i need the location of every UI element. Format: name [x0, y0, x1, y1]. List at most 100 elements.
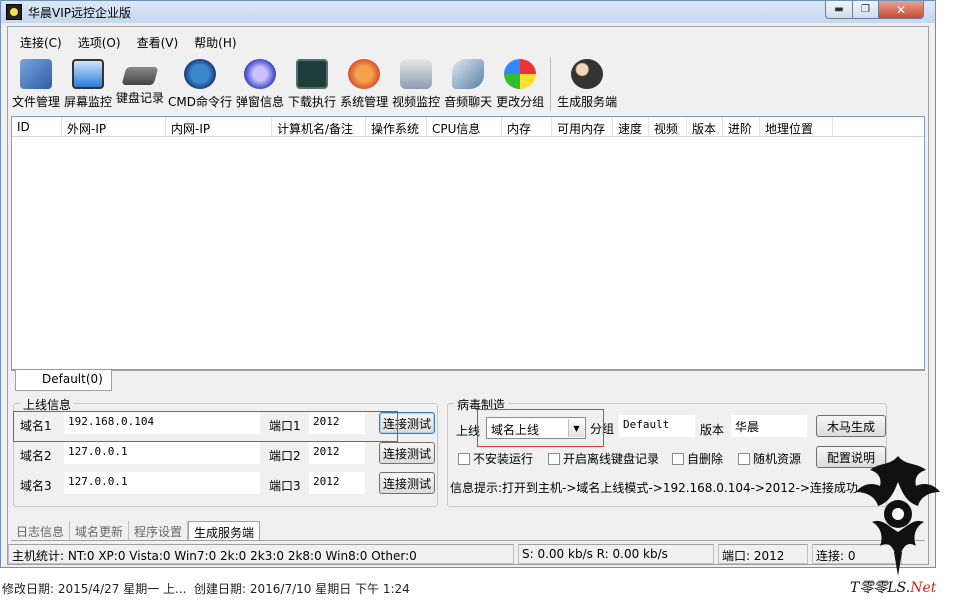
col-computer-name[interactable]: 计算机名/备注 [272, 117, 366, 136]
tool-label: 下载执行 [288, 95, 337, 109]
tool-label: 生成服务端 [557, 95, 618, 109]
col-cpu[interactable]: CPU信息 [427, 117, 502, 136]
tool-build-server[interactable]: 生成服务端 [555, 55, 619, 111]
tool-file-manager[interactable]: 文件管理 [10, 55, 62, 111]
tool-video-monitor[interactable]: 视频监控 [390, 55, 442, 111]
tool-label: 键盘记录 [116, 91, 165, 105]
menu-view[interactable]: 查看(V) [129, 31, 187, 53]
menu-help[interactable]: 帮助(H) [186, 31, 244, 53]
tab-domain-update[interactable]: 域名更新 [70, 521, 130, 540]
group-input[interactable]: Default [619, 415, 695, 437]
tool-screen-monitor[interactable]: 屏幕监控 [62, 55, 114, 111]
checkbox-box[interactable] [458, 452, 470, 465]
monitor-icon [72, 59, 105, 89]
tool-system-manager[interactable]: 系统管理 [338, 55, 390, 111]
tool-label: 弹窗信息 [236, 95, 285, 109]
tool-label: 更改分组 [496, 95, 545, 109]
tribal-logo-icon [856, 456, 940, 576]
info-message: 信息提示:打开到主机->域名上线模式->192.168.0.104->2012-… [450, 481, 858, 495]
tool-cmd[interactable]: CMD命令行 [166, 55, 234, 111]
checkbox-box[interactable] [548, 452, 560, 465]
build-server-icon [571, 59, 604, 89]
col-speed[interactable]: 速度 [613, 117, 649, 136]
port2-label: 端口2 [269, 449, 301, 463]
tab-log[interactable]: 日志信息 [11, 521, 71, 540]
watermark-net: Net [910, 580, 937, 596]
checkbox-label: 自删除 [687, 452, 724, 466]
tool-audio-chat[interactable]: 音频聊天 [442, 55, 494, 111]
cmd-icon [184, 59, 217, 89]
col-id[interactable]: ID [12, 117, 62, 136]
status-speed: S: 0.00 kb/s R: 0.00 kb/s [518, 544, 714, 564]
bottom-tabs: 日志信息 域名更新 程序设置 生成服务端 [11, 521, 925, 541]
col-lan-ip[interactable]: 内网-IP [166, 117, 272, 136]
domain3-input[interactable]: 127.0.0.1 [64, 472, 260, 494]
settings-panel: 上线信息 域名1 192.168.0.104 端口1 2012 连接测试 域名2… [11, 395, 925, 517]
app-icon [6, 4, 22, 20]
tool-label: 音频聊天 [444, 95, 493, 109]
domain2-label: 域名2 [20, 449, 52, 463]
window-title: 华晨VIP远控企业版 [28, 6, 131, 20]
port2-input[interactable]: 2012 [309, 442, 365, 464]
random-resource-checkbox[interactable]: 随机资源 [738, 450, 801, 467]
menu-options[interactable]: 选项(O) [70, 31, 129, 53]
toolbar-separator [550, 57, 552, 111]
watermark-t: T [850, 580, 860, 596]
tool-keylogger[interactable]: 键盘记录 [114, 55, 166, 111]
tool-change-group[interactable]: 更改分组 [494, 55, 546, 111]
title-bar[interactable]: 华晨VIP远控企业版 ▬ ❐ ✕ [1, 1, 935, 23]
domain2-input[interactable]: 127.0.0.1 [64, 442, 260, 464]
file-manager-icon [20, 59, 52, 89]
build-trojan-button[interactable]: 木马生成 [816, 415, 886, 437]
tab-default-group[interactable]: Default(0) [15, 370, 112, 391]
tool-label: 系统管理 [340, 95, 389, 109]
checkbox-box[interactable] [738, 452, 750, 465]
col-location[interactable]: 地理位置 [760, 117, 833, 136]
group-icon [504, 59, 537, 89]
tab-program-settings[interactable]: 程序设置 [129, 521, 189, 540]
version-input[interactable]: 华晨 [731, 415, 807, 437]
host-list-header: ID 外网-IP 内网-IP 计算机名/备注 操作系统 CPU信息 内存 可用内… [12, 117, 924, 137]
close-button[interactable]: ✕ [878, 1, 924, 19]
menu-connect[interactable]: 连接(C) [12, 31, 70, 53]
tool-download-exec[interactable]: 下载执行 [286, 55, 338, 111]
audio-icon [452, 59, 485, 89]
checkbox-label: 不安装运行 [473, 452, 534, 466]
version-label: 版本 [700, 423, 725, 437]
domain3-label: 域名3 [20, 479, 52, 493]
watermark-mid: 零零LS. [859, 580, 911, 596]
test-connection-2-button[interactable]: 连接测试 [379, 442, 435, 464]
test-connection-3-button[interactable]: 连接测试 [379, 472, 435, 494]
checkbox-label: 开启离线键盘记录 [563, 452, 660, 466]
keyboard-icon [121, 67, 159, 85]
checkbox-label: 随机资源 [753, 452, 802, 466]
system-icon [348, 59, 381, 89]
col-free-memory[interactable]: 可用内存 [552, 117, 613, 136]
self-delete-checkbox[interactable]: 自删除 [672, 450, 723, 467]
col-os[interactable]: 操作系统 [366, 117, 427, 136]
checkbox-box[interactable] [672, 452, 684, 465]
explorer-details-bar: 修改日期: 2015/4/27 星期一 上... 创建日期: 2016/7/10… [0, 578, 940, 598]
watermark: T零零LS.Net [850, 577, 936, 597]
status-port: 端口: 2012 [718, 544, 808, 564]
tool-popup[interactable]: 弹窗信息 [234, 55, 286, 111]
minimize-button[interactable]: ▬ [825, 1, 853, 19]
toolbar: 文件管理 屏幕监控 键盘记录 CMD命令行 弹窗信息 下载执行 系统管理 视频监… [10, 55, 619, 115]
group-tabs: Default(0) [11, 370, 925, 392]
maximize-button[interactable]: ❐ [852, 1, 879, 19]
tool-label: CMD命令行 [168, 95, 233, 109]
col-version[interactable]: 版本 [687, 117, 723, 136]
port3-input[interactable]: 2012 [309, 472, 365, 494]
host-list[interactable]: ID 外网-IP 内网-IP 计算机名/备注 操作系统 CPU信息 内存 可用内… [11, 116, 925, 370]
col-video[interactable]: 视频 [649, 117, 687, 136]
tool-label: 视频监控 [392, 95, 441, 109]
offline-keylog-checkbox[interactable]: 开启离线键盘记录 [548, 450, 659, 467]
webcam-icon [400, 59, 433, 89]
col-memory[interactable]: 内存 [502, 117, 552, 136]
no-install-checkbox[interactable]: 不安装运行 [458, 450, 533, 467]
tab-build-server[interactable]: 生成服务端 [188, 521, 261, 540]
status-host-stats: 主机统计: NT:0 XP:0 Vista:0 Win7:0 2k:0 2k3:… [8, 544, 514, 564]
menu-bar: 连接(C) 选项(O) 查看(V) 帮助(H) [12, 31, 245, 53]
col-advanced[interactable]: 进阶 [723, 117, 760, 136]
col-wan-ip[interactable]: 外网-IP [62, 117, 166, 136]
